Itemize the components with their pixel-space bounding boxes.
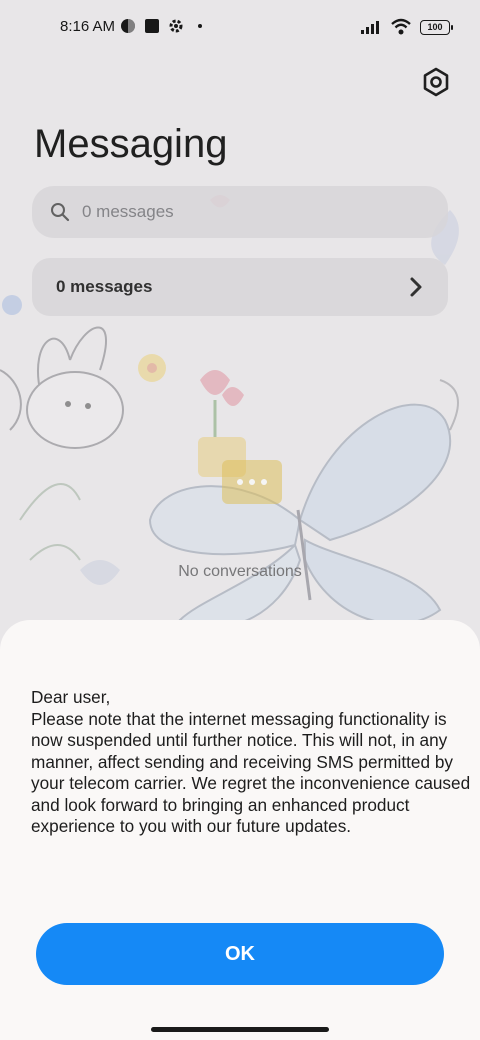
- messaging-screen: 8:16 AM 100 Messaging 0 messages 0 messa…: [0, 0, 480, 1040]
- home-indicator[interactable]: [151, 1027, 329, 1032]
- ok-button[interactable]: OK: [36, 923, 444, 985]
- dialog-message: Dear user, Please note that the internet…: [31, 687, 471, 836]
